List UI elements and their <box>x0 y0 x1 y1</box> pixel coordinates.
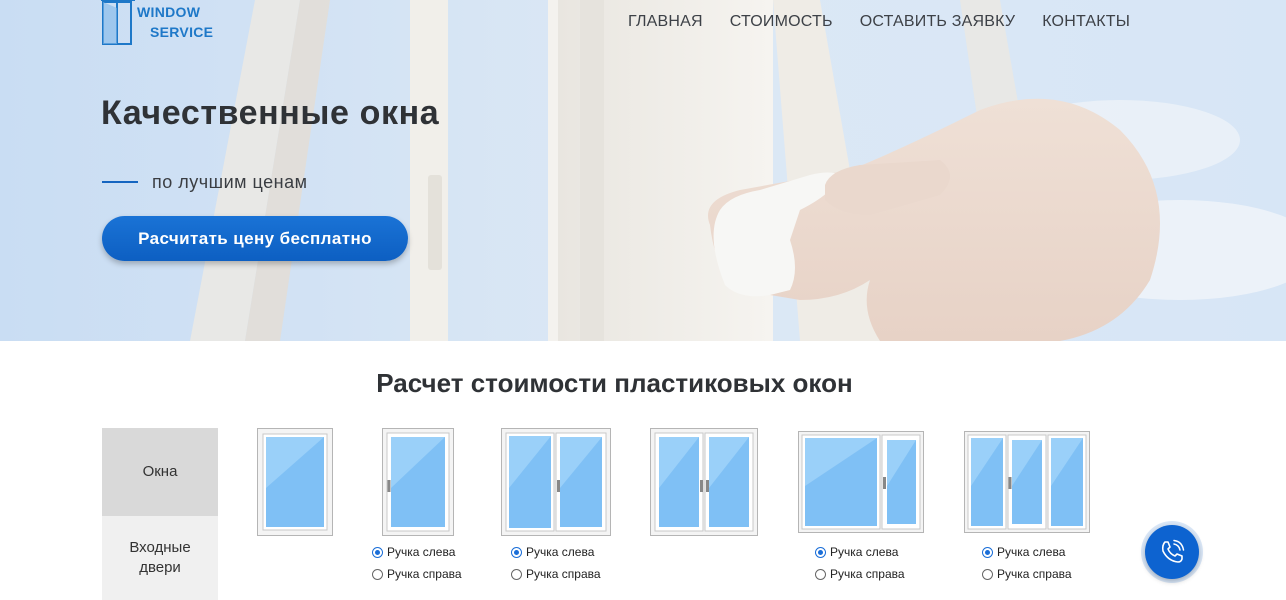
nav-item-request[interactable]: ОСТАВИТЬ ЗАЯВКУ <box>860 13 1016 31</box>
handle-left-radio[interactable]: Ручка слева <box>372 545 455 559</box>
handle-left-label: Ручка слева <box>997 545 1066 559</box>
calculator-title: Расчет стоимости пластиковых окон <box>376 368 853 398</box>
hero-accent-line <box>102 181 138 183</box>
handle-right-label: Ручка справа <box>526 567 601 581</box>
handle-left-radio[interactable]: Ручка слева <box>511 545 594 559</box>
nav-item-home[interactable]: ГЛАВНАЯ <box>628 13 703 31</box>
tab-entrance-doors-label: Входные двери <box>129 539 191 576</box>
handle-right-label: Ручка справа <box>830 567 905 581</box>
tab-windows[interactable]: Окна <box>102 428 218 516</box>
hero-title: Качественные окна <box>101 94 440 132</box>
radio-selected-icon <box>815 546 826 558</box>
main-nav: ГЛАВНАЯ СТОИМОСТЬ ОСТАВИТЬ ЗАЯВКУ КОНТАК… <box>628 13 1157 31</box>
handle-right-radio[interactable]: Ручка справа <box>815 567 905 581</box>
handle-right-label: Ручка справа <box>997 567 1072 581</box>
hero-background-image <box>0 0 1286 341</box>
tab-entrance-doors[interactable]: Входные двери <box>102 516 218 600</box>
window-type-single-opening[interactable] <box>382 428 454 536</box>
nav-item-pricing[interactable]: СТОИМОСТЬ <box>730 13 833 31</box>
hero-section: WINDOW SERVICE ГЛАВНАЯ СТОИМОСТЬ ОСТАВИТ… <box>0 0 1286 341</box>
hero-subtitle: по лучшим ценам <box>152 172 308 192</box>
window-type-single-fixed[interactable] <box>257 428 333 536</box>
handle-left-label: Ручка слева <box>526 545 595 559</box>
handle-left-label: Ручка слева <box>387 545 456 559</box>
handle-right-label: Ручка справа <box>387 567 462 581</box>
window-type-double-one-opening[interactable] <box>501 428 611 536</box>
radio-empty-icon <box>511 568 522 580</box>
radio-selected-icon <box>511 546 522 558</box>
radio-empty-icon <box>815 568 826 580</box>
window-type-triple[interactable] <box>964 431 1090 533</box>
handle-left-radio[interactable]: Ручка слева <box>982 545 1065 559</box>
radio-empty-icon <box>372 568 383 580</box>
handle-right-radio[interactable]: Ручка справа <box>982 567 1072 581</box>
window-type-double-both-opening[interactable] <box>650 428 758 536</box>
calculate-price-button[interactable]: Расчитать цену бесплатно <box>102 216 408 261</box>
window-type-wide-with-sash[interactable] <box>798 431 924 533</box>
handle-left-label: Ручка слева <box>830 545 899 559</box>
nav-item-contacts[interactable]: КОНТАКТЫ <box>1042 13 1130 31</box>
radio-selected-icon <box>982 546 993 558</box>
handle-right-radio[interactable]: Ручка справа <box>511 567 601 581</box>
handle-left-radio[interactable]: Ручка слева <box>815 545 898 559</box>
brand-name-line1: WINDOW <box>137 4 201 20</box>
call-back-button[interactable] <box>1145 525 1199 579</box>
handle-right-radio[interactable]: Ручка справа <box>372 567 462 581</box>
radio-empty-icon <box>982 568 993 580</box>
brand-logo[interactable]: WINDOW SERVICE <box>101 0 241 46</box>
radio-selected-icon <box>372 546 383 558</box>
window-logo-icon <box>101 0 135 45</box>
brand-name-line2: SERVICE <box>150 24 214 40</box>
phone-call-icon <box>1161 539 1185 563</box>
